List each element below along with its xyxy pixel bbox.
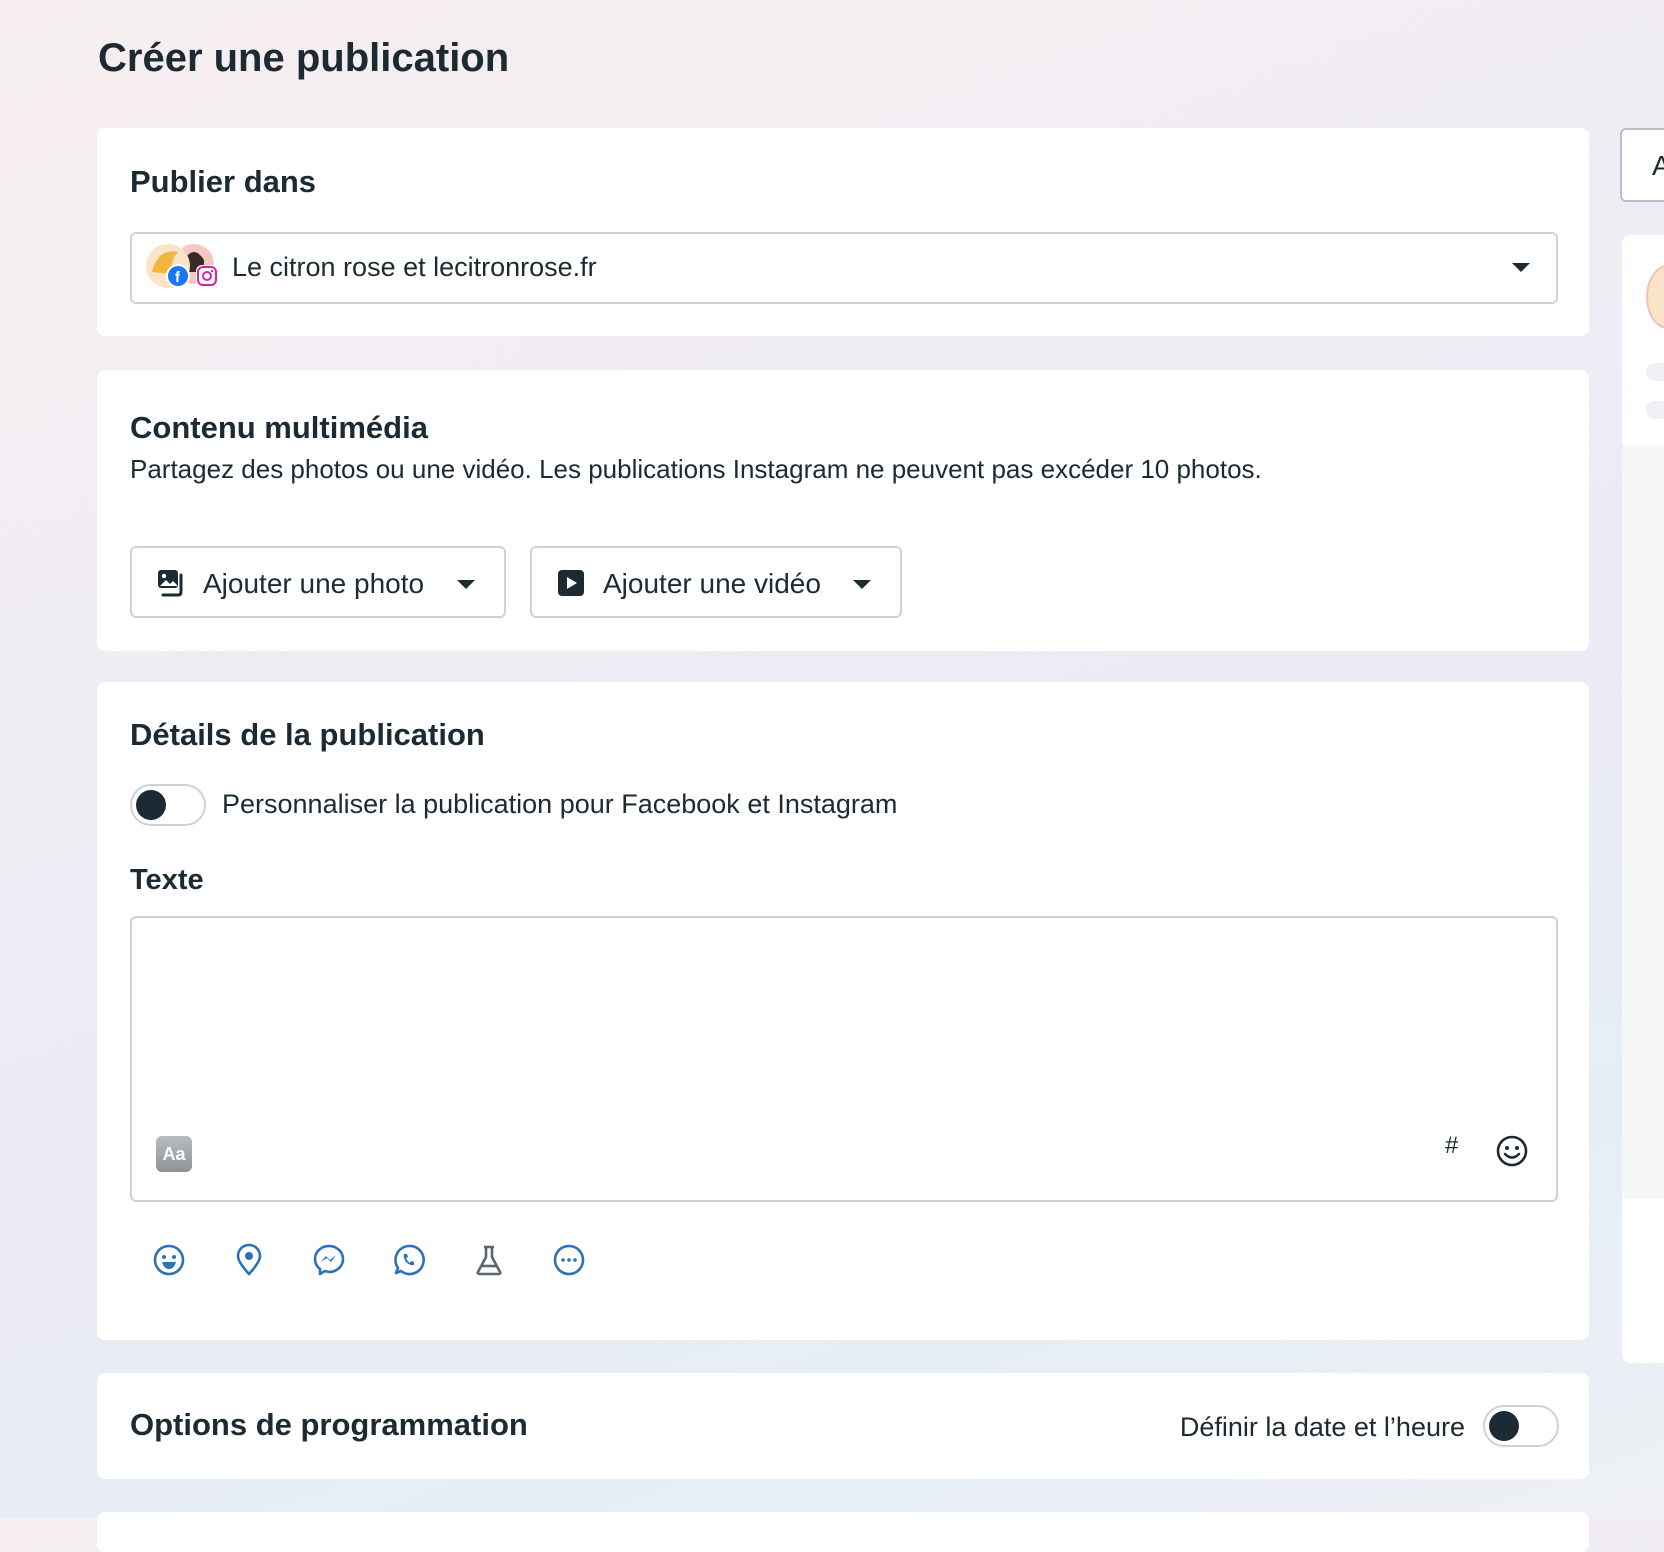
text-label: Texte: [130, 864, 204, 896]
customize-toggle[interactable]: [130, 784, 206, 826]
publish-in-title: Publier dans: [130, 164, 317, 199]
media-title: Contenu multimédia: [130, 410, 428, 445]
text-input[interactable]: [146, 928, 1540, 1122]
page-title: Créer une publication: [98, 36, 510, 80]
post-details-card: Détails de la publication Personnaliser …: [97, 682, 1589, 1340]
add-photo-label: Ajouter une photo: [203, 568, 425, 599]
chevron-down-icon: [457, 580, 475, 589]
account-avatars: f: [144, 242, 220, 294]
preview-placeholder-line: [1646, 363, 1664, 381]
account-label: Le citron rose et lecitronrose.fr: [232, 252, 597, 282]
schedule-toggle[interactable]: [1483, 1405, 1559, 1447]
add-video-label: Ajouter une vidéo: [603, 568, 821, 599]
customize-toggle-label: Personnaliser la publication pour Facebo…: [222, 789, 898, 819]
media-subtitle: Partagez des photos ou une vidéo. Les pu…: [130, 454, 1262, 484]
add-video-button[interactable]: Ajouter une vidéo: [530, 546, 902, 618]
post-details-title: Détails de la publication: [130, 717, 485, 752]
messenger-icon[interactable]: [309, 1240, 349, 1280]
preview-placeholder-line: [1646, 401, 1664, 419]
text-format-icon-label: Aa: [162, 1143, 186, 1164]
scheduling-title: Options de programmation: [130, 1407, 528, 1442]
text-format-icon[interactable]: Aa: [156, 1136, 192, 1172]
add-photo-button[interactable]: Ajouter une photo: [130, 546, 506, 618]
account-selector[interactable]: f Le citron rose et lecitronrose.fr: [130, 232, 1558, 304]
media-card: Contenu multimédia Partagez des photos o…: [97, 370, 1589, 651]
whatsapp-icon[interactable]: [389, 1240, 429, 1280]
scheduling-card: Options de programmation Définir la date…: [97, 1373, 1589, 1479]
feeling-icon[interactable]: [149, 1240, 189, 1280]
hashtag-icon[interactable]: #: [1445, 1132, 1458, 1160]
experiment-icon[interactable]: [469, 1240, 509, 1280]
next-card-edge: [97, 1512, 1589, 1552]
toggle-knob: [1489, 1411, 1519, 1441]
location-icon[interactable]: [229, 1240, 269, 1280]
chevron-down-icon: [1512, 263, 1530, 272]
right-panel-top-button[interactable]: A: [1620, 128, 1664, 202]
text-area-box: Aa #: [130, 916, 1558, 1202]
preview-divider: [1622, 445, 1664, 1199]
emoji-icon[interactable]: [1495, 1134, 1529, 1173]
publish-in-card: Publier dans f Le citron rose et lecitro…: [97, 128, 1589, 336]
right-panel-top-button-label: A: [1652, 150, 1664, 181]
video-icon: [556, 568, 586, 603]
more-icon[interactable]: [549, 1240, 589, 1280]
toggle-knob: [136, 790, 166, 820]
preview-avatar: [1646, 265, 1664, 329]
photo-icon: [156, 568, 186, 603]
schedule-toggle-label: Définir la date et l’heure: [1179, 1412, 1465, 1442]
chevron-down-icon: [853, 580, 871, 589]
preview-panel: [1622, 235, 1664, 1363]
